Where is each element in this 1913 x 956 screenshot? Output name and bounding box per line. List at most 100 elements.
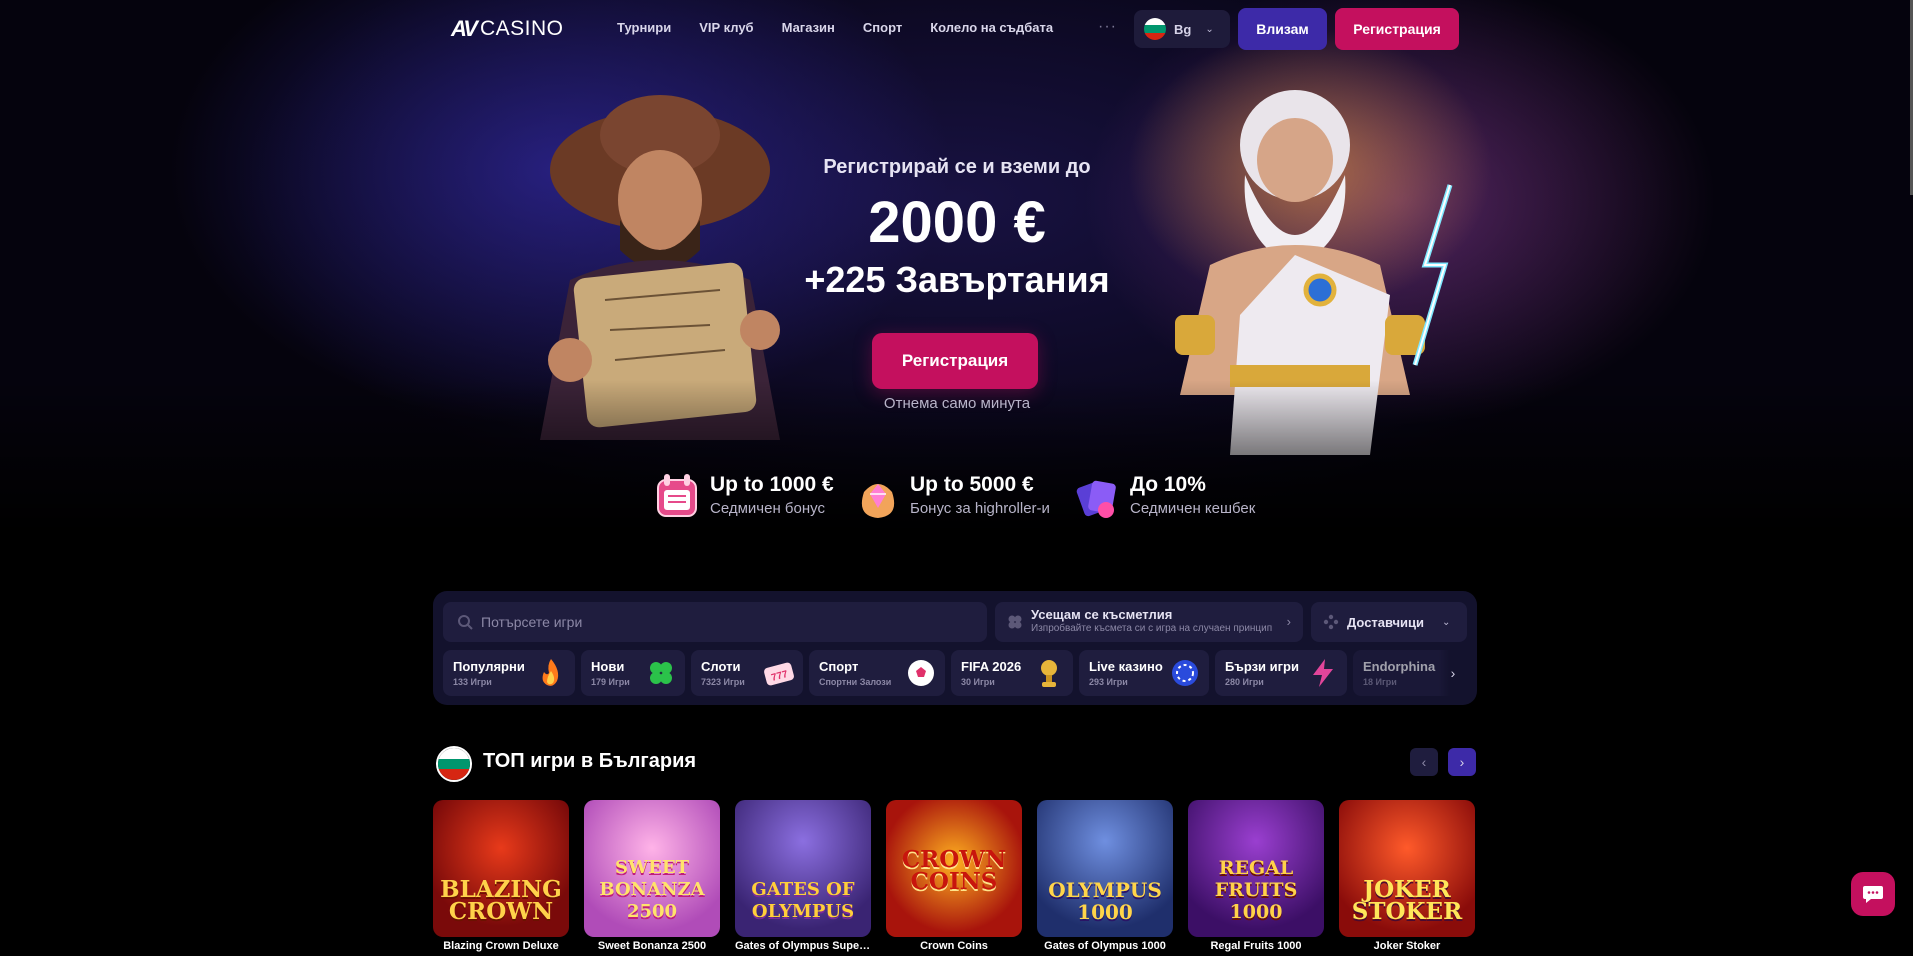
language-label: Bg — [1174, 21, 1192, 37]
category-new[interactable]: Нови 179 Игри — [581, 650, 685, 696]
category-count: 30 Игри — [961, 677, 995, 687]
top-games-carousel: Blazing Crown Blazing Crown Deluxe Sweet… — [433, 800, 1475, 952]
game-card[interactable]: Joker Stoker Joker Stoker — [1339, 800, 1475, 952]
game-thumbnail: Sweet Bonanza 2500 — [584, 800, 720, 937]
category-fifa-2026[interactable]: FIFA 2026 30 Игри — [951, 650, 1073, 696]
bulgaria-flag-icon — [436, 746, 472, 782]
game-card[interactable]: Regal Fruits 1000 Regal Fruits 1000 — [1188, 800, 1324, 952]
soccer-ball-icon — [908, 660, 934, 686]
game-thumbnail: Gates of Olympus — [735, 800, 871, 937]
hero-register-button[interactable]: Регистрация — [872, 333, 1038, 389]
category-label: Слоти — [701, 659, 741, 674]
category-live-casino[interactable]: Live казино 293 Игри — [1079, 650, 1209, 696]
category-count: 18 Игри — [1363, 677, 1397, 687]
game-card[interactable]: Crown Coins Crown Coins — [886, 800, 1022, 952]
language-selector[interactable]: Bg ⌄ — [1134, 10, 1230, 48]
nav-link-sport[interactable]: Спорт — [863, 20, 902, 35]
game-name: Joker Stoker — [1373, 940, 1441, 952]
category-count: 179 Игри — [591, 677, 630, 687]
game-art-title: Joker Stoker — [1351, 876, 1463, 925]
category-label: Бързи игри — [1225, 659, 1299, 674]
nav-link-vip-club[interactable]: VIP клуб — [699, 20, 753, 35]
clover-icon — [650, 662, 672, 684]
category-popular[interactable]: Популярни 133 Игри — [443, 650, 575, 696]
game-art-title: Gates of Olympus — [751, 879, 855, 922]
bonus-weekly[interactable]: Up to 1000 € Седмичен бонус — [654, 470, 834, 522]
trophy-icon — [1041, 660, 1057, 687]
game-thumbnail: Blazing Crown — [433, 800, 569, 937]
logo-mark: AV — [451, 16, 478, 41]
clover-icon — [1008, 615, 1022, 629]
chevron-down-icon: ⌄ — [1205, 23, 1214, 35]
game-name: Sweet Bonanza 2500 — [597, 940, 707, 952]
game-name: Crown Coins — [920, 940, 988, 952]
cashback-cards-icon — [1076, 480, 1116, 518]
category-list: Популярни 133 Игри Нови 179 Игри Слоти 7… — [443, 650, 1467, 696]
poker-chip-icon — [1172, 660, 1198, 686]
bonus-title: До 10% — [1130, 473, 1206, 496]
category-slots[interactable]: Слоти 7323 Игри 777 — [691, 650, 803, 696]
providers-icon — [1323, 614, 1339, 630]
bonus-desc: Бонус за highroller-и — [910, 500, 1050, 517]
chat-button[interactable] — [1851, 872, 1895, 916]
bulgaria-flag-icon — [1144, 18, 1166, 40]
game-thumbnail: Olympus 1000 — [1037, 800, 1173, 937]
feeling-lucky-button[interactable]: Усещам се късметлия Изпробвайте късмета … — [995, 602, 1303, 642]
register-button[interactable]: Регистрация — [1335, 8, 1459, 50]
game-name: Blazing Crown Deluxe — [443, 940, 559, 952]
game-art-title: Blazing Crown — [440, 876, 562, 925]
nav-link-shop[interactable]: Магазин — [782, 20, 835, 35]
hero-subtitle: Регистрирай се и вземи до — [823, 156, 1091, 178]
game-card[interactable]: Gates of Olympus Gates of Olympus Super.… — [735, 800, 871, 952]
game-thumbnail: Crown Coins — [886, 800, 1022, 937]
chat-bubble-icon — [1863, 886, 1883, 903]
bonus-title: Up to 1000 € — [710, 473, 834, 496]
carousel-prev-button[interactable]: ‹ — [1410, 748, 1438, 776]
providers-label: Доставчици — [1347, 614, 1425, 630]
category-fast-games[interactable]: Бързи игри 280 Игри — [1215, 650, 1347, 696]
login-button[interactable]: Влизам — [1238, 8, 1327, 50]
game-name: Gates of Olympus 1000 — [1044, 940, 1166, 952]
categories-next-arrow-icon[interactable]: › — [1439, 650, 1467, 696]
top-games-title: ТОП игри в България — [483, 750, 697, 772]
category-label: Популярни — [453, 659, 525, 674]
game-card[interactable]: Blazing Crown Blazing Crown Deluxe — [433, 800, 569, 952]
chevron-right-icon: › — [1286, 614, 1291, 629]
providers-dropdown[interactable]: Доставчици ⌄ — [1311, 602, 1467, 642]
bonus-desc: Седмичен кешбек — [1130, 500, 1256, 517]
search-box[interactable] — [443, 602, 987, 642]
hero-free-spins: +225 Завъртания — [804, 259, 1110, 300]
bonus-cashback[interactable]: До 10% Седмичен кешбек — [1074, 470, 1255, 522]
bonus-highroller[interactable]: Up to 5000 € Бонус за highroller-и — [854, 470, 1050, 522]
carousel-next-button[interactable]: › — [1448, 748, 1476, 776]
game-art-title: Regal Fruits 1000 — [1214, 857, 1298, 923]
game-thumbnail: Regal Fruits 1000 — [1188, 800, 1324, 937]
category-label: Спорт — [819, 659, 859, 674]
game-card[interactable]: Olympus 1000 Gates of Olympus 1000 — [1037, 800, 1173, 952]
game-card[interactable]: Sweet Bonanza 2500 Sweet Bonanza 2500 — [584, 800, 720, 952]
category-sport[interactable]: Спорт Спортни Залози — [809, 650, 945, 696]
category-label: Нови — [591, 659, 625, 674]
category-count: 133 Игри — [453, 677, 492, 687]
casino-logo[interactable]: AV CASINO — [451, 16, 563, 41]
hero-bonus-amount: 2000 € — [868, 190, 1046, 255]
bonus-desc: Седмичен бонус — [710, 500, 825, 517]
game-art-title: Sweet Bonanza 2500 — [599, 857, 705, 922]
more-menu-icon[interactable]: ··· — [1098, 18, 1117, 36]
slot-reels-icon: 777 — [764, 662, 794, 686]
bonus-title: Up to 5000 € — [910, 473, 1034, 496]
nav-link-tournaments[interactable]: Турнири — [617, 20, 671, 35]
category-count: 280 Игри — [1225, 677, 1264, 687]
search-input[interactable] — [481, 614, 961, 630]
lucky-subtitle: Изпробвайте късмета си с игра на случаен… — [1031, 623, 1273, 634]
chevron-down-icon: ⌄ — [1442, 616, 1451, 628]
game-name: Regal Fruits 1000 — [1210, 940, 1302, 952]
game-thumbnail: Joker Stoker — [1339, 800, 1475, 937]
hero-note: Отнема само минута — [883, 395, 1031, 412]
category-label: Live казино — [1089, 659, 1163, 674]
category-count: 293 Игри — [1089, 677, 1128, 687]
diamond-bag-icon — [861, 484, 895, 518]
category-label: Endorphina — [1363, 659, 1436, 674]
top-navigation: AV CASINO Турнири VIP клуб Магазин Спорт… — [0, 0, 1913, 58]
nav-link-fortune-wheel[interactable]: Колело на съдбата — [930, 20, 1053, 35]
